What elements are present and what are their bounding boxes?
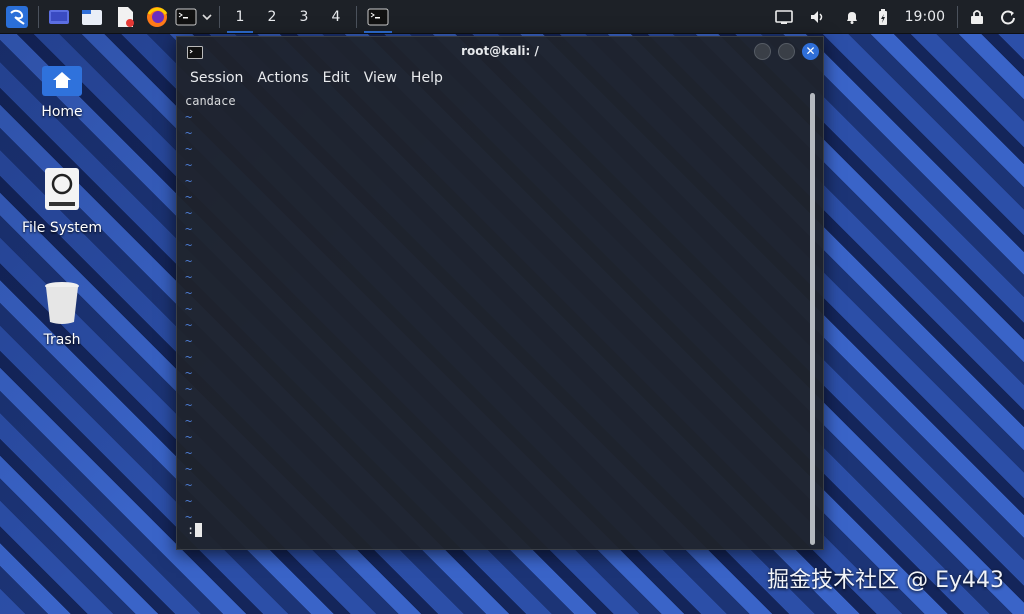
desktop-icon-home[interactable]: Home: [12, 62, 112, 120]
empty-line-tilde: ~: [185, 334, 193, 348]
logout-button[interactable]: [992, 0, 1024, 34]
empty-line-markers: ~ ~ ~ ~ ~ ~ ~ ~ ~ ~ ~ ~ ~ ~ ~ ~ ~ ~ ~ ~ ~ ~ ~ ~ ~ ~: [185, 109, 805, 525]
empty-line-tilde: ~: [185, 222, 193, 236]
trash-icon: [43, 280, 81, 326]
workspace-2[interactable]: 2: [256, 0, 288, 34]
menubar: Session Actions Edit View Help: [177, 65, 823, 91]
menu-actions[interactable]: Actions: [250, 70, 315, 86]
volume-control[interactable]: [801, 0, 835, 34]
taskbar-separator: [957, 5, 958, 28]
workspace-3[interactable]: 3: [288, 0, 320, 34]
empty-line-tilde: ~: [185, 446, 193, 460]
taskbar-terminal-window[interactable]: [361, 0, 395, 34]
menu-view[interactable]: View: [357, 70, 404, 86]
launcher-dropdown[interactable]: [199, 0, 215, 34]
empty-line-tilde: ~: [185, 126, 193, 140]
empty-line-tilde: ~: [185, 510, 193, 524]
taskbar: 1 2 3 4 19:00: [0, 0, 1024, 34]
empty-line-tilde: ~: [185, 414, 193, 428]
taskbar-separator: [38, 5, 39, 28]
empty-line-tilde: ~: [185, 382, 193, 396]
kali-dragon-icon: [6, 5, 28, 28]
chevron-down-icon: [202, 13, 212, 20]
desktop-icon-label: Trash: [43, 332, 81, 348]
firefox-launcher[interactable]: [141, 0, 173, 34]
minimize-button[interactable]: [754, 43, 771, 60]
empty-line-tilde: ~: [185, 142, 193, 156]
empty-line-tilde: ~: [185, 254, 193, 268]
notifications-button[interactable]: [835, 0, 869, 34]
desktop-icon-trash[interactable]: Trash: [12, 280, 112, 348]
empty-line-tilde: ~: [185, 350, 193, 364]
terminal-content[interactable]: candace ~ ~ ~ ~ ~ ~ ~ ~ ~ ~ ~ ~ ~ ~ ~ ~ ~ ~ ~ ~ ~ ~ ~ ~ ~ ~ :: [185, 93, 805, 543]
empty-line-tilde: ~: [185, 206, 193, 220]
window-title: root@kali: /: [461, 44, 539, 58]
empty-line-tilde: ~: [185, 494, 193, 508]
empty-line-tilde: ~: [185, 430, 193, 444]
empty-line-tilde: ~: [185, 174, 193, 188]
empty-line-tilde: ~: [185, 270, 193, 284]
volume-icon: [810, 10, 822, 23]
menu-edit[interactable]: Edit: [316, 70, 357, 86]
folder-icon: [82, 9, 102, 25]
taskbar-separator: [356, 5, 357, 28]
empty-line-tilde: ~: [185, 478, 193, 492]
terminal-launcher[interactable]: [173, 0, 199, 34]
menu-help[interactable]: Help: [404, 70, 450, 86]
maximize-button[interactable]: [778, 43, 795, 60]
desktop-icon-label: Home: [41, 104, 83, 120]
scrollbar[interactable]: [810, 93, 815, 545]
text-cursor: [195, 523, 203, 537]
empty-line-tilde: ~: [185, 398, 193, 412]
command-line[interactable]: :: [187, 523, 203, 537]
kali-menu-button[interactable]: [0, 0, 34, 34]
clock[interactable]: 19:00: [897, 0, 953, 34]
empty-line-tilde: ~: [185, 158, 193, 172]
desktop-icon-file-system[interactable]: File System: [12, 166, 112, 236]
workspace-4[interactable]: 4: [320, 0, 352, 34]
empty-line-tilde: ~: [185, 462, 193, 476]
empty-line-tilde: ~: [185, 366, 193, 380]
system-tray: 19:00: [767, 0, 1024, 34]
lock-icon: [971, 9, 983, 24]
firefox-icon: [147, 6, 168, 27]
menu-session[interactable]: Session: [183, 70, 250, 86]
command-prompt: :: [187, 523, 195, 537]
empty-line-tilde: ~: [185, 302, 193, 316]
power-restart-icon: [1001, 10, 1015, 24]
lock-screen-button[interactable]: [962, 0, 992, 34]
bell-icon: [846, 11, 857, 24]
buffer-line: candace: [185, 94, 236, 108]
show-desktop-button[interactable]: [43, 0, 75, 34]
window-titlebar[interactable]: root@kali: / ✕: [177, 37, 823, 65]
text-editor-launcher[interactable]: [109, 0, 141, 34]
terminal-window: root@kali: / ✕ Session Actions Edit View…: [176, 36, 824, 550]
file-manager-launcher[interactable]: [75, 0, 109, 34]
taskbar-separator: [219, 5, 220, 28]
empty-line-tilde: ~: [185, 238, 193, 252]
drive-icon: [43, 166, 81, 214]
watermark: 掘金技术社区 @ Ey443: [767, 568, 1004, 593]
empty-line-tilde: ~: [185, 190, 193, 204]
desktop-icon-label: File System: [21, 220, 103, 236]
desktop-icon: [49, 9, 69, 24]
text-editor-icon: [118, 6, 134, 27]
workspace-1[interactable]: 1: [224, 0, 256, 34]
network-indicator[interactable]: [767, 0, 801, 34]
terminal-icon: [367, 8, 389, 25]
battery-charging-icon: [878, 8, 887, 25]
close-icon: ✕: [805, 44, 816, 58]
close-button[interactable]: ✕: [802, 43, 819, 60]
network-icon: [774, 9, 793, 24]
home-folder-icon: [40, 62, 84, 98]
empty-line-tilde: ~: [185, 286, 193, 300]
terminal-icon: [175, 8, 197, 25]
battery-indicator[interactable]: [869, 0, 897, 34]
empty-line-tilde: ~: [185, 318, 193, 332]
empty-line-tilde: ~: [185, 110, 193, 124]
